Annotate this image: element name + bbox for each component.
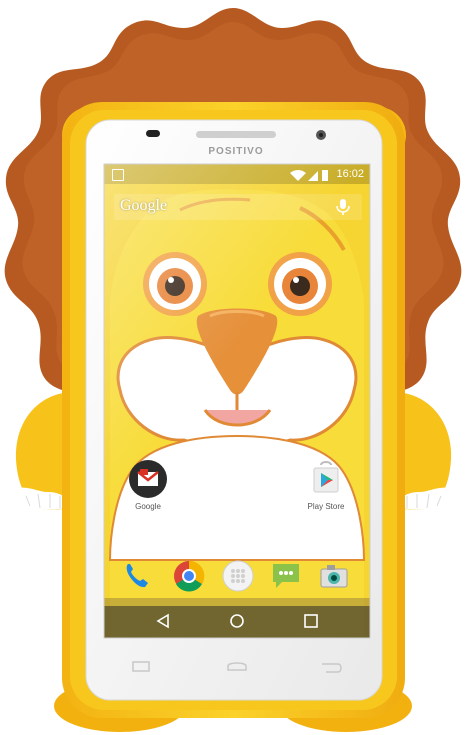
app-play-store[interactable]: Play Store bbox=[296, 460, 356, 511]
back-icon[interactable] bbox=[154, 612, 172, 630]
messaging-icon[interactable] bbox=[270, 560, 302, 592]
app-google-folder[interactable]: Google bbox=[118, 460, 178, 511]
device-brand: POSITIVO bbox=[208, 146, 264, 157]
photo-icon bbox=[112, 169, 124, 181]
gmail-folder-icon bbox=[129, 460, 167, 498]
phone-speaker bbox=[196, 131, 276, 138]
recents-icon[interactable] bbox=[302, 612, 320, 630]
nav-bar bbox=[104, 606, 370, 636]
google-search-bar[interactable]: Google bbox=[114, 194, 362, 220]
app-label: Play Store bbox=[307, 502, 345, 511]
app-drawer-icon[interactable] bbox=[222, 560, 254, 592]
home-icon[interactable] bbox=[228, 612, 246, 630]
status-time: 16:02 bbox=[336, 168, 364, 180]
app-label: Google bbox=[135, 502, 161, 511]
dock bbox=[112, 557, 366, 597]
play-store-icon bbox=[313, 461, 339, 493]
camera-icon[interactable] bbox=[318, 560, 350, 592]
google-search-label: Google bbox=[120, 197, 168, 214]
phone-icon[interactable] bbox=[122, 561, 152, 591]
status-bar: 16:02 bbox=[104, 166, 370, 184]
mic-icon[interactable] bbox=[334, 198, 352, 216]
chrome-icon[interactable] bbox=[173, 560, 205, 592]
wifi-signal-battery-icons bbox=[290, 170, 328, 181]
